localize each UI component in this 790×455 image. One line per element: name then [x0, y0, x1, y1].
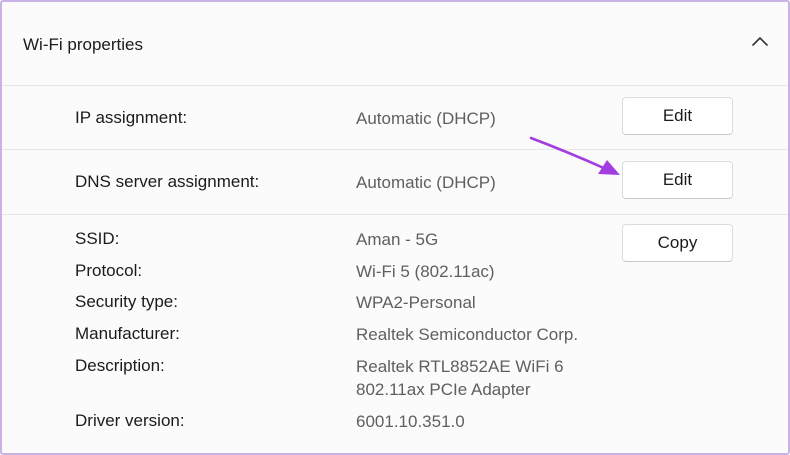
security-type-value: WPA2-Personal — [356, 293, 476, 312]
description-label: Description: — [75, 356, 165, 375]
description-value-line1: Realtek RTL8852AE WiFi 6 — [356, 357, 564, 376]
network-details-section: SSID: Aman - 5G Protocol: Wi-Fi 5 (802.1… — [2, 215, 788, 453]
manufacturer-label: Manufacturer: — [75, 324, 180, 343]
chevron-up-icon[interactable] — [750, 34, 770, 50]
section-title: Wi-Fi properties — [23, 35, 143, 54]
wifi-properties-header[interactable]: Wi-Fi properties — [2, 2, 788, 86]
security-type-label: Security type: — [75, 292, 178, 311]
description-value-line2: 802.11ax PCIe Adapter — [356, 380, 531, 399]
ip-assignment-value: Automatic (DHCP) — [356, 109, 496, 128]
dns-edit-button[interactable]: Edit — [622, 161, 733, 199]
dns-assignment-row: DNS server assignment: Automatic (DHCP) … — [2, 150, 788, 215]
copy-button[interactable]: Copy — [622, 224, 733, 262]
protocol-value: Wi-Fi 5 (802.11ac) — [356, 262, 495, 281]
manufacturer-value: Realtek Semiconductor Corp. — [356, 325, 579, 344]
dns-assignment-value: Automatic (DHCP) — [356, 173, 496, 192]
ssid-value: Aman - 5G — [356, 230, 439, 249]
driver-version-label: Driver version: — [75, 411, 185, 430]
driver-version-value: 6001.10.351.0 — [356, 412, 465, 431]
ip-assignment-label: IP assignment: — [75, 108, 188, 127]
ssid-label: SSID: — [75, 229, 120, 248]
dns-assignment-label: DNS server assignment: — [75, 172, 260, 191]
protocol-label: Protocol: — [75, 261, 143, 280]
ip-assignment-row: IP assignment: Automatic (DHCP) Edit — [2, 86, 788, 150]
annotation-arrow-icon — [529, 136, 620, 175]
wifi-properties-panel: Wi-Fi properties IP assignment: Automati… — [0, 0, 790, 455]
ip-edit-button[interactable]: Edit — [622, 97, 733, 135]
